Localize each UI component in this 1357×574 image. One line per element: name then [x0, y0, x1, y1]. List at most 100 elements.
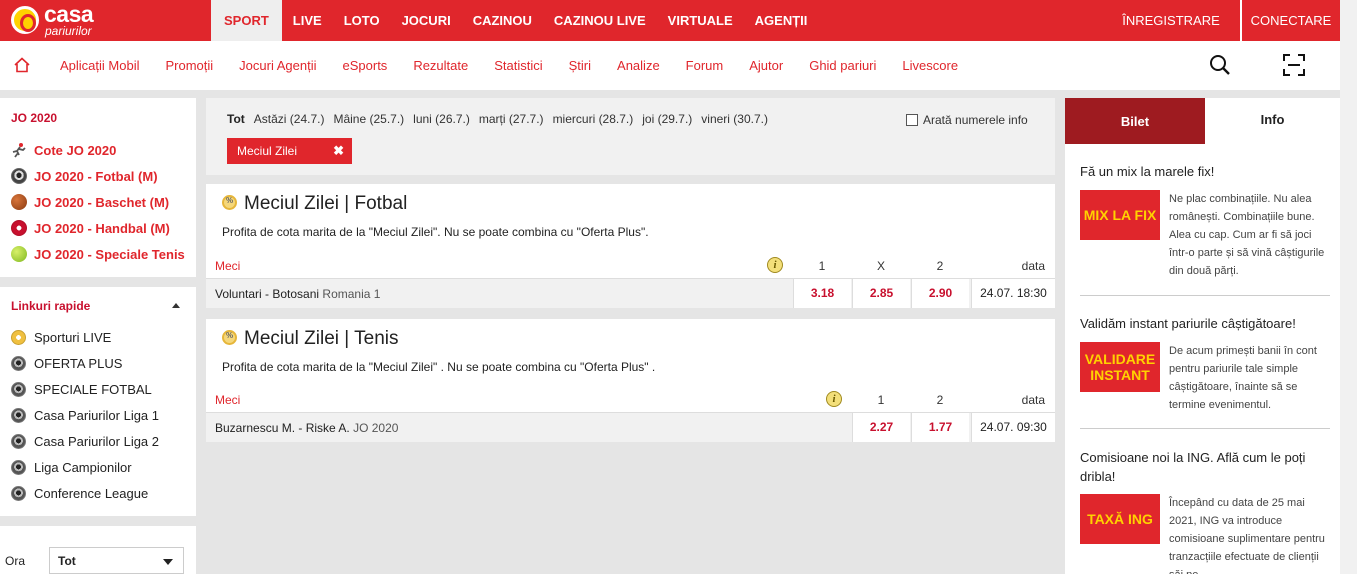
meciul-zilei-tenis-card: Meciul Zilei | Tenis Profita de cota mar…: [206, 319, 1055, 442]
event-name[interactable]: Buzarnescu M. - Riske A. JO 2020: [215, 421, 398, 435]
nav-cazinou-live[interactable]: CAZINOU LIVE: [543, 0, 657, 41]
day-filter-joi[interactable]: joi (29.7.): [642, 112, 692, 126]
ora-select[interactable]: Tot: [49, 547, 184, 574]
active-filter-tag[interactable]: Meciul Zilei ✖: [227, 138, 352, 164]
live-icon: [11, 329, 26, 345]
subnav-esports[interactable]: eSports: [330, 58, 401, 73]
promo-title: Comisioane noi la ING. Află cum le poți …: [1080, 450, 1306, 484]
handball-icon: [11, 220, 27, 236]
scan-ticket-icon[interactable]: [1283, 54, 1305, 76]
chevron-down-icon: [163, 559, 173, 565]
odd-2-button[interactable]: 2.90: [911, 279, 969, 308]
football-icon: [11, 168, 27, 184]
subnav-promotii[interactable]: Promoții: [152, 58, 226, 73]
subnav-analize[interactable]: Analize: [604, 58, 673, 73]
home-icon[interactable]: [14, 57, 30, 73]
day-filter-maine[interactable]: Mâine (25.7.): [333, 112, 404, 126]
table-header: Meci i 1 2 data: [206, 388, 1055, 412]
subnav-ghid-pariuri[interactable]: Ghid pariuri: [796, 58, 889, 73]
quick-link-liga-1[interactable]: Casa Pariurilor Liga 1: [11, 405, 159, 425]
main-menu: SPORT LIVE LOTO JOCURI CAZINOU CAZINOU L…: [211, 0, 818, 41]
quick-link-liga-campionilor[interactable]: Liga Campionilor: [11, 457, 132, 477]
tennis-ball-icon: [11, 246, 27, 262]
day-filter-astazi[interactable]: Astăzi (24.7.): [254, 112, 325, 126]
casa-pariurilor-logo[interactable]: casa pariurilor: [8, 1, 118, 38]
quick-link-liga-2[interactable]: Casa Pariurilor Liga 2: [11, 431, 159, 451]
day-filter-miercuri[interactable]: miercuri (28.7.): [553, 112, 634, 126]
subnav-stiri[interactable]: Știri: [556, 58, 604, 73]
day-filter-tot[interactable]: Tot: [227, 112, 245, 126]
column-data: data: [1021, 393, 1045, 407]
mix-la-fix-badge[interactable]: MIX LA FIX: [1080, 190, 1160, 240]
nav-agentii[interactable]: AGENȚII: [744, 0, 819, 41]
logo-mark-icon: [11, 6, 39, 34]
card-title: Meciul Zilei | Fotbal: [244, 193, 408, 214]
jo-item-fotbal[interactable]: JO 2020 - Fotbal (M): [11, 166, 158, 186]
olympic-runner-icon: [12, 143, 26, 158]
jo-item-baschet[interactable]: JO 2020 - Baschet (M): [11, 192, 169, 212]
odd-1-button[interactable]: 3.18: [793, 279, 851, 308]
day-filter-vineri[interactable]: vineri (30.7.): [701, 112, 768, 126]
jo-item-label: JO 2020 - Fotbal (M): [34, 168, 158, 184]
odd-1-button[interactable]: 2.27: [852, 413, 910, 442]
collapse-caret-icon[interactable]: [172, 303, 180, 308]
quick-link-speciale-fotbal[interactable]: SPECIALE FOTBAL: [11, 379, 152, 399]
subnav-ajutor[interactable]: Ajutor: [736, 58, 796, 73]
time-filter-panel: Ora Tot: [0, 526, 196, 574]
quick-link-label: Sporturi LIVE: [34, 329, 112, 345]
basketball-icon: [11, 194, 27, 210]
odd-x-button[interactable]: 2.85: [852, 279, 910, 308]
quick-link-oferta-plus[interactable]: OFERTA PLUS: [11, 353, 122, 373]
page-scrollbar[interactable]: [1340, 0, 1357, 574]
subnav-aplicatii-mobil[interactable]: Aplicații Mobil: [47, 58, 152, 73]
quick-links-heading[interactable]: Linkuri rapide: [11, 299, 90, 313]
register-button[interactable]: ÎNREGISTRARE: [1112, 0, 1230, 41]
tab-bilet[interactable]: Bilet: [1065, 98, 1205, 144]
taxa-ing-badge[interactable]: TAXĂ ING: [1080, 494, 1160, 544]
jo-item-handbal[interactable]: JO 2020 - Handbal (M): [11, 218, 170, 238]
quick-link-conference-league[interactable]: Conference League: [11, 483, 148, 503]
search-icon[interactable]: [1209, 54, 1231, 76]
jo-item-label: JO 2020 - Handbal (M): [34, 220, 170, 236]
subnav-rezultate[interactable]: Rezultate: [400, 58, 481, 73]
football-icon: [11, 433, 26, 449]
column-meci: Meci: [215, 259, 241, 273]
promo-title: Validăm instant pariurile câștigătoare!: [1080, 316, 1296, 331]
info-numbers-checkbox[interactable]: Arată numerele info: [906, 113, 1028, 127]
day-filter-marti[interactable]: marți (27.7.): [479, 112, 544, 126]
odd-2-button[interactable]: 1.77: [911, 413, 969, 442]
nav-jocuri[interactable]: JOCURI: [391, 0, 462, 41]
close-icon[interactable]: ✖: [333, 138, 344, 164]
tab-info[interactable]: Info: [1205, 98, 1340, 144]
checkbox-label: Arată numerele info: [923, 113, 1028, 127]
quick-link-label: OFERTA PLUS: [34, 355, 123, 371]
info-icon[interactable]: i: [767, 257, 783, 273]
day-filter-luni[interactable]: luni (26.7.): [413, 112, 470, 126]
subnav-livescore[interactable]: Livescore: [889, 58, 971, 73]
jo-item-speciale-tenis[interactable]: JO 2020 - Speciale Tenis: [11, 244, 185, 264]
subnav-jocuri-agentii[interactable]: Jocuri Agenții: [226, 58, 329, 73]
nav-virtuale[interactable]: VIRTUALE: [657, 0, 744, 41]
event-name[interactable]: Voluntari - Botosani Romania 1: [215, 287, 380, 301]
football-icon: [11, 485, 26, 501]
checkbox-box[interactable]: [906, 114, 918, 126]
card-description: Profita de cota marita de la "Meciul Zil…: [222, 225, 649, 239]
subnav-statistici[interactable]: Statistici: [481, 58, 555, 73]
validare-instant-badge[interactable]: VALIDARE INSTANT: [1080, 342, 1160, 392]
quick-link-label: Liga Campionilor: [34, 459, 132, 475]
day-filter-panel: Tot Astăzi (24.7.) Mâine (25.7.) luni (2…: [206, 98, 1055, 175]
subnav-forum[interactable]: Forum: [673, 58, 737, 73]
nav-sport[interactable]: SPORT: [211, 0, 282, 41]
nav-loto[interactable]: LOTO: [333, 0, 391, 41]
event-players: Buzarnescu M. - Riske A.: [215, 421, 350, 435]
promo-text: De acum primești banii în cont pentru pa…: [1169, 345, 1317, 411]
football-icon: [11, 355, 26, 371]
table-row: Buzarnescu M. - Riske A. JO 2020 2.27 1.…: [206, 412, 1055, 442]
event-league: Romania 1: [322, 287, 381, 301]
login-button[interactable]: CONECTARE: [1240, 0, 1340, 41]
nav-live[interactable]: LIVE: [282, 0, 333, 41]
nav-cazinou[interactable]: CAZINOU: [462, 0, 543, 41]
info-icon[interactable]: i: [826, 391, 842, 407]
jo-item-cote[interactable]: Cote JO 2020: [11, 140, 116, 160]
quick-link-sporturi-live[interactable]: Sporturi LIVE: [11, 327, 111, 347]
